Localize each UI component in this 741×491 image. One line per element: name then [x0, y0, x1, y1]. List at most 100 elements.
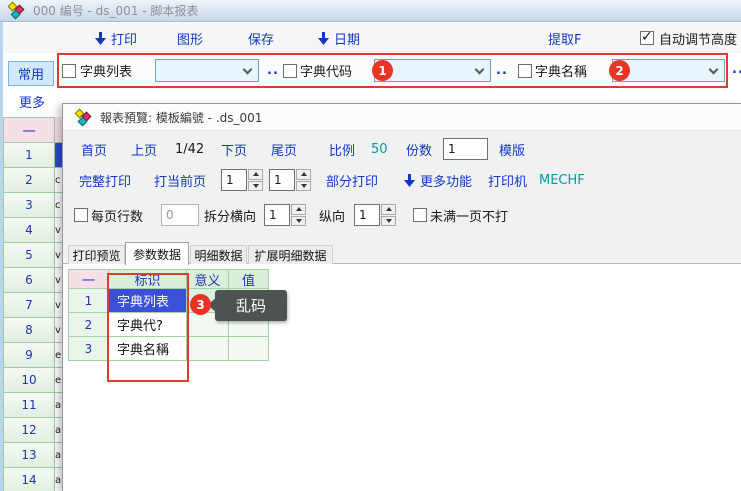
- param-header-value[interactable]: 值: [229, 270, 269, 289]
- param-row-number[interactable]: 3: [69, 337, 109, 361]
- tab-print-preview[interactable]: 打印预览: [68, 245, 125, 264]
- dict-name-checkbox[interactable]: [518, 55, 532, 86]
- dict-code-label: 字典代码: [300, 55, 352, 86]
- range-from-input[interactable]: 1: [221, 169, 247, 191]
- scale-button[interactable]: 比例: [329, 137, 355, 161]
- grid-row-number[interactable]: 8: [3, 318, 55, 343]
- skip-partial-checkbox[interactable]: [413, 203, 427, 227]
- dict-list-combobox[interactable]: [155, 59, 259, 82]
- nav-more-button[interactable]: 更多: [12, 91, 52, 112]
- scale-value: 50: [371, 137, 388, 161]
- printer-button[interactable]: 打印机: [488, 168, 527, 192]
- spin-down-button[interactable]: [381, 216, 396, 227]
- param-id-cell-selected[interactable]: 字典列表: [109, 289, 187, 313]
- grid-row-number[interactable]: 6: [3, 268, 55, 293]
- spin-up-button[interactable]: [291, 204, 306, 215]
- prev-page-button[interactable]: 上页: [131, 137, 157, 161]
- spin-down-button[interactable]: [291, 216, 306, 227]
- dict-name-ellipsis-button[interactable]: ..: [732, 62, 741, 77]
- dict-code-checkbox[interactable]: [283, 55, 297, 86]
- grid-row-number[interactable]: 10: [3, 368, 55, 393]
- print-menu-button[interactable]: 打印: [95, 23, 137, 53]
- grid-row-number[interactable]: 1: [3, 143, 55, 168]
- print-current-button[interactable]: 打当前页: [154, 168, 206, 192]
- annotation-badge-2: 2: [609, 60, 630, 81]
- copies-input[interactable]: 1: [443, 138, 488, 160]
- triangle-down-icon: [301, 184, 307, 191]
- first-page-button[interactable]: 首页: [81, 137, 107, 161]
- preview-nav-row: 首页 上页 1/42 下页 尾页 比例 50 份数 1 模版: [63, 137, 741, 161]
- param-meaning-cell[interactable]: [187, 337, 229, 361]
- dict-list-checkbox[interactable]: [62, 55, 76, 86]
- spin-down-button[interactable]: [296, 181, 311, 192]
- skip-partial-label: 未满一页不打: [430, 203, 508, 227]
- split-horizontal-input[interactable]: 1: [264, 204, 290, 226]
- graph-button[interactable]: 图形: [177, 23, 203, 53]
- param-value-cell[interactable]: [229, 337, 269, 361]
- template-button[interactable]: 模版: [499, 137, 525, 161]
- spin-up-button[interactable]: [248, 169, 263, 180]
- spin-up-button[interactable]: [296, 169, 311, 180]
- rows-per-page-input[interactable]: 0: [161, 204, 199, 226]
- range-to-input[interactable]: 1: [269, 169, 295, 191]
- grid-row-number[interactable]: 5: [3, 243, 55, 268]
- grid-corner-header[interactable]: 一: [3, 117, 55, 143]
- param-id-cell[interactable]: 字典代?: [109, 313, 187, 337]
- grid-row-number[interactable]: 3: [3, 193, 55, 218]
- tab-detail-data[interactable]: 明细数据: [190, 245, 247, 264]
- tab-extended-detail-data[interactable]: 扩展明细数据: [248, 245, 333, 264]
- range-to-spinner: 1: [269, 168, 311, 192]
- grid-row-number[interactable]: 2: [3, 168, 55, 193]
- checkbox-checked-icon: [640, 31, 654, 45]
- triangle-up-icon: [386, 204, 392, 211]
- param-row-number[interactable]: 1: [69, 289, 109, 313]
- down-arrow-icon: [318, 32, 329, 45]
- checkbox-icon: [74, 208, 88, 222]
- extract-button[interactable]: 提取F: [548, 23, 581, 53]
- annotation-badge-1: 1: [372, 60, 393, 81]
- down-arrow-icon: [404, 174, 415, 187]
- grid-row-number[interactable]: 12: [3, 418, 55, 443]
- grid-row-number[interactable]: 4: [3, 218, 55, 243]
- last-page-button[interactable]: 尾页: [271, 137, 297, 161]
- dict-code-ellipsis-button[interactable]: ..: [496, 55, 508, 86]
- next-page-button[interactable]: 下页: [221, 137, 247, 161]
- grid-row-number[interactable]: 13: [3, 443, 55, 468]
- checkbox-icon: [518, 64, 532, 78]
- param-header-meaning[interactable]: 意义: [187, 270, 229, 289]
- grid-row-number[interactable]: 11: [3, 393, 55, 418]
- rows-per-page-wrap: 0: [161, 203, 199, 227]
- grid-row-number[interactable]: 7: [3, 293, 55, 318]
- nav-common-button[interactable]: 常用: [8, 61, 54, 86]
- more-functions-button[interactable]: 更多功能: [404, 168, 472, 192]
- preview-window-title: 報表預覽: 模板編號 - .ds_001: [100, 109, 262, 126]
- param-corner-header[interactable]: 一: [69, 270, 109, 289]
- dict-name-label: 字典名稱: [535, 55, 587, 86]
- triangle-down-icon: [296, 219, 302, 226]
- date-menu-button[interactable]: 日期: [318, 23, 360, 53]
- spin-up-button[interactable]: [381, 204, 396, 215]
- copies-input-wrap: 1: [443, 137, 488, 161]
- param-id-cell[interactable]: 字典名稱: [109, 337, 187, 361]
- auto-height-label: 自动调节高度: [659, 29, 737, 48]
- extract-label: 提取F: [548, 29, 581, 48]
- triangle-down-icon: [253, 184, 259, 191]
- spin-down-button[interactable]: [248, 181, 263, 192]
- save-label: 保存: [248, 29, 274, 48]
- dict-list-ellipsis-button[interactable]: ..: [267, 55, 279, 86]
- full-print-button[interactable]: 完整打印: [79, 168, 131, 192]
- save-button[interactable]: 保存: [248, 23, 274, 53]
- grid-row-number[interactable]: 14: [3, 468, 55, 491]
- vertical-input[interactable]: 1: [354, 204, 380, 226]
- param-row-number[interactable]: 2: [69, 313, 109, 337]
- dict-list-label: 字典列表: [80, 55, 132, 86]
- partial-print-button[interactable]: 部分打印: [326, 168, 378, 192]
- grid-row-number[interactable]: 9: [3, 343, 55, 368]
- param-header-id[interactable]: 标识: [109, 270, 187, 289]
- rows-per-page-checkbox[interactable]: [74, 203, 88, 227]
- auto-height-checkbox[interactable]: 自动调节高度: [640, 23, 737, 53]
- split-horizontal-spinner: 1: [264, 203, 306, 227]
- printer-name: MECHF: [539, 168, 585, 192]
- tab-param-data[interactable]: 参数数据: [125, 242, 189, 265]
- more-functions-label: 更多功能: [420, 171, 472, 190]
